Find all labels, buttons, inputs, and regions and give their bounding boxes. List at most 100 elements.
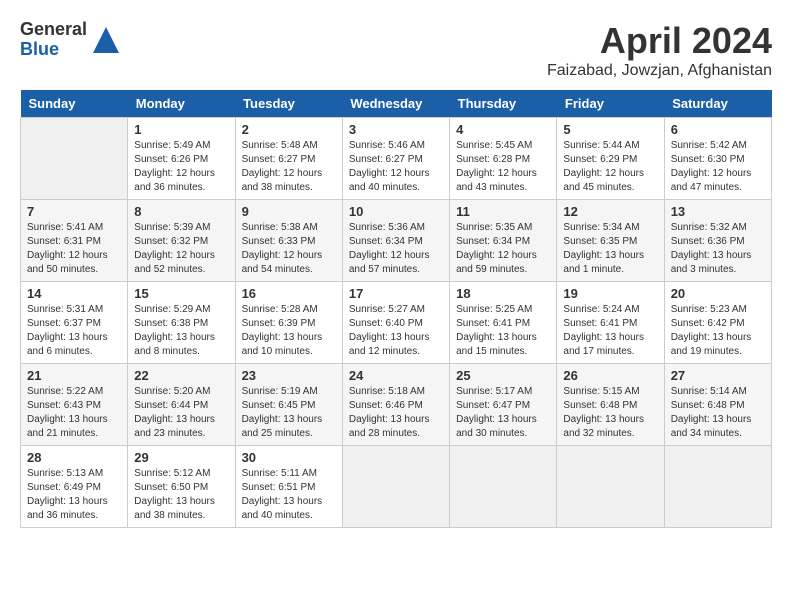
title-section: April 2024 Faizabad, Jowzjan, Afghanista… (547, 20, 772, 80)
day-number: 2 (242, 122, 336, 137)
day-info: Sunrise: 5:17 AMSunset: 6:47 PMDaylight:… (456, 385, 550, 441)
calendar-cell (342, 446, 449, 528)
day-info: Sunrise: 5:48 AMSunset: 6:27 PMDaylight:… (242, 139, 336, 195)
calendar-cell: 20Sunrise: 5:23 AMSunset: 6:42 PMDayligh… (664, 282, 771, 364)
day-info: Sunrise: 5:13 AMSunset: 6:49 PMDaylight:… (27, 467, 121, 523)
calendar-cell: 4 Sunrise: 5:45 AMSunset: 6:28 PMDaylight… (450, 118, 557, 200)
day-number: 16 (242, 286, 336, 301)
day-info: Sunrise: 5:25 AMSunset: 6:41 PMDaylight:… (456, 303, 550, 359)
day-info: Sunrise: 5:35 AMSunset: 6:34 PMDaylight:… (456, 221, 550, 277)
day-info: Sunrise: 5:46 AMSunset: 6:27 PMDaylight:… (349, 139, 443, 195)
day-number: 17 (349, 286, 443, 301)
day-number: 28 (27, 450, 121, 465)
calendar-cell (664, 446, 771, 528)
page-header: General Blue April 2024 Faizabad, Jowzja… (20, 20, 772, 80)
day-number: 5 (563, 122, 657, 137)
day-number: 29 (134, 450, 228, 465)
day-info: Sunrise: 5:11 AMSunset: 6:51 PMDaylight:… (242, 467, 336, 523)
day-number: 13 (671, 204, 765, 219)
day-number: 9 (242, 204, 336, 219)
day-info: Sunrise: 5:27 AMSunset: 6:40 PMDaylight:… (349, 303, 443, 359)
calendar-cell: 7 Sunrise: 5:41 AMSunset: 6:31 PMDaylight… (21, 200, 128, 282)
day-number: 8 (134, 204, 228, 219)
day-number: 7 (27, 204, 121, 219)
calendar-cell: 8 Sunrise: 5:39 AMSunset: 6:32 PMDaylight… (128, 200, 235, 282)
day-number: 3 (349, 122, 443, 137)
logo: General Blue (20, 20, 121, 60)
day-header-sunday: Sunday (21, 90, 128, 118)
day-info: Sunrise: 5:15 AMSunset: 6:48 PMDaylight:… (563, 385, 657, 441)
day-number: 18 (456, 286, 550, 301)
day-header-friday: Friday (557, 90, 664, 118)
day-info: Sunrise: 5:32 AMSunset: 6:36 PMDaylight:… (671, 221, 765, 277)
day-number: 10 (349, 204, 443, 219)
calendar-cell: 28 Sunrise: 5:13 AMSunset: 6:49 PMDayligh… (21, 446, 128, 528)
day-info: Sunrise: 5:49 AMSunset: 6:26 PMDaylight:… (134, 139, 228, 195)
day-info: Sunrise: 5:19 AMSunset: 6:45 PMDaylight:… (242, 385, 336, 441)
calendar-cell: 1 Sunrise: 5:49 AMSunset: 6:26 PMDaylight… (128, 118, 235, 200)
day-number: 23 (242, 368, 336, 383)
calendar-cell: 19 Sunrise: 5:24 AMSunset: 6:41 PMDayligh… (557, 282, 664, 364)
day-info: Sunrise: 5:31 AMSunset: 6:37 PMDaylight:… (27, 303, 121, 359)
day-number: 30 (242, 450, 336, 465)
day-info: Sunrise: 5:41 AMSunset: 6:31 PMDaylight:… (27, 221, 121, 277)
day-info: Sunrise: 5:29 AMSunset: 6:38 PMDaylight:… (134, 303, 228, 359)
calendar-cell: 15 Sunrise: 5:29 AMSunset: 6:38 PMDayligh… (128, 282, 235, 364)
day-info: Sunrise: 5:22 AMSunset: 6:43 PMDaylight:… (27, 385, 121, 441)
day-number: 11 (456, 204, 550, 219)
day-info: Sunrise: 5:44 AMSunset: 6:29 PMDaylight:… (563, 139, 657, 195)
day-info: Sunrise: 5:14 AMSunset: 6:48 PMDaylight:… (671, 385, 765, 441)
day-info: Sunrise: 5:38 AMSunset: 6:33 PMDaylight:… (242, 221, 336, 277)
day-number: 15 (134, 286, 228, 301)
day-number: 25 (456, 368, 550, 383)
day-number: 14 (27, 286, 121, 301)
day-header-wednesday: Wednesday (342, 90, 449, 118)
calendar-table: SundayMondayTuesdayWednesdayThursdayFrid… (20, 90, 772, 528)
calendar-cell: 23 Sunrise: 5:19 AMSunset: 6:45 PMDayligh… (235, 364, 342, 446)
day-info: Sunrise: 5:28 AMSunset: 6:39 PMDaylight:… (242, 303, 336, 359)
day-number: 4 (456, 122, 550, 137)
calendar-cell: 26 Sunrise: 5:15 AMSunset: 6:48 PMDayligh… (557, 364, 664, 446)
day-number: 21 (27, 368, 121, 383)
calendar-cell: 18 Sunrise: 5:25 AMSunset: 6:41 PMDayligh… (450, 282, 557, 364)
day-info: Sunrise: 5:36 AMSunset: 6:34 PMDaylight:… (349, 221, 443, 277)
calendar-cell: 3 Sunrise: 5:46 AMSunset: 6:27 PMDaylight… (342, 118, 449, 200)
calendar-cell: 21 Sunrise: 5:22 AMSunset: 6:43 PMDayligh… (21, 364, 128, 446)
day-number: 12 (563, 204, 657, 219)
location-text: Faizabad, Jowzjan, Afghanistan (547, 62, 772, 80)
calendar-cell: 17 Sunrise: 5:27 AMSunset: 6:40 PMDayligh… (342, 282, 449, 364)
day-number: 19 (563, 286, 657, 301)
day-info: Sunrise: 5:45 AMSunset: 6:28 PMDaylight:… (456, 139, 550, 195)
day-info: Sunrise: 5:18 AMSunset: 6:46 PMDaylight:… (349, 385, 443, 441)
calendar-cell: 2 Sunrise: 5:48 AMSunset: 6:27 PMDaylight… (235, 118, 342, 200)
calendar-cell: 13 Sunrise: 5:32 AMSunset: 6:36 PMDayligh… (664, 200, 771, 282)
day-number: 1 (134, 122, 228, 137)
calendar-cell: 25 Sunrise: 5:17 AMSunset: 6:47 PMDayligh… (450, 364, 557, 446)
logo-icon (91, 25, 121, 55)
day-number: 6 (671, 122, 765, 137)
day-number: 27 (671, 368, 765, 383)
day-info: Sunrise: 5:34 AMSunset: 6:35 PMDaylight:… (563, 221, 657, 277)
day-number: 26 (563, 368, 657, 383)
day-info: Sunrise: 5:42 AMSunset: 6:30 PMDaylight:… (671, 139, 765, 195)
calendar-cell (21, 118, 128, 200)
calendar-cell: 11 Sunrise: 5:35 AMSunset: 6:34 PMDayligh… (450, 200, 557, 282)
day-header-monday: Monday (128, 90, 235, 118)
day-info: Sunrise: 5:24 AMSunset: 6:41 PMDaylight:… (563, 303, 657, 359)
day-number: 24 (349, 368, 443, 383)
day-info: Sunrise: 5:12 AMSunset: 6:50 PMDaylight:… (134, 467, 228, 523)
calendar-cell: 14 Sunrise: 5:31 AMSunset: 6:37 PMDayligh… (21, 282, 128, 364)
day-info: Sunrise: 5:20 AMSunset: 6:44 PMDaylight:… (134, 385, 228, 441)
calendar-cell: 30 Sunrise: 5:11 AMSunset: 6:51 PMDayligh… (235, 446, 342, 528)
calendar-cell (450, 446, 557, 528)
calendar-cell: 29 Sunrise: 5:12 AMSunset: 6:50 PMDayligh… (128, 446, 235, 528)
calendar-cell: 22Sunrise: 5:20 AMSunset: 6:44 PMDayligh… (128, 364, 235, 446)
calendar-cell: 6 Sunrise: 5:42 AMSunset: 6:30 PMDaylight… (664, 118, 771, 200)
day-header-tuesday: Tuesday (235, 90, 342, 118)
day-info: Sunrise: 5:23 AMSunset: 6:42 PMDaylight:… (671, 303, 765, 359)
day-header-thursday: Thursday (450, 90, 557, 118)
day-info: Sunrise: 5:39 AMSunset: 6:32 PMDaylight:… (134, 221, 228, 277)
day-header-saturday: Saturday (664, 90, 771, 118)
calendar-cell: 10 Sunrise: 5:36 AMSunset: 6:34 PMDayligh… (342, 200, 449, 282)
calendar-cell: 27 Sunrise: 5:14 AMSunset: 6:48 PMDayligh… (664, 364, 771, 446)
